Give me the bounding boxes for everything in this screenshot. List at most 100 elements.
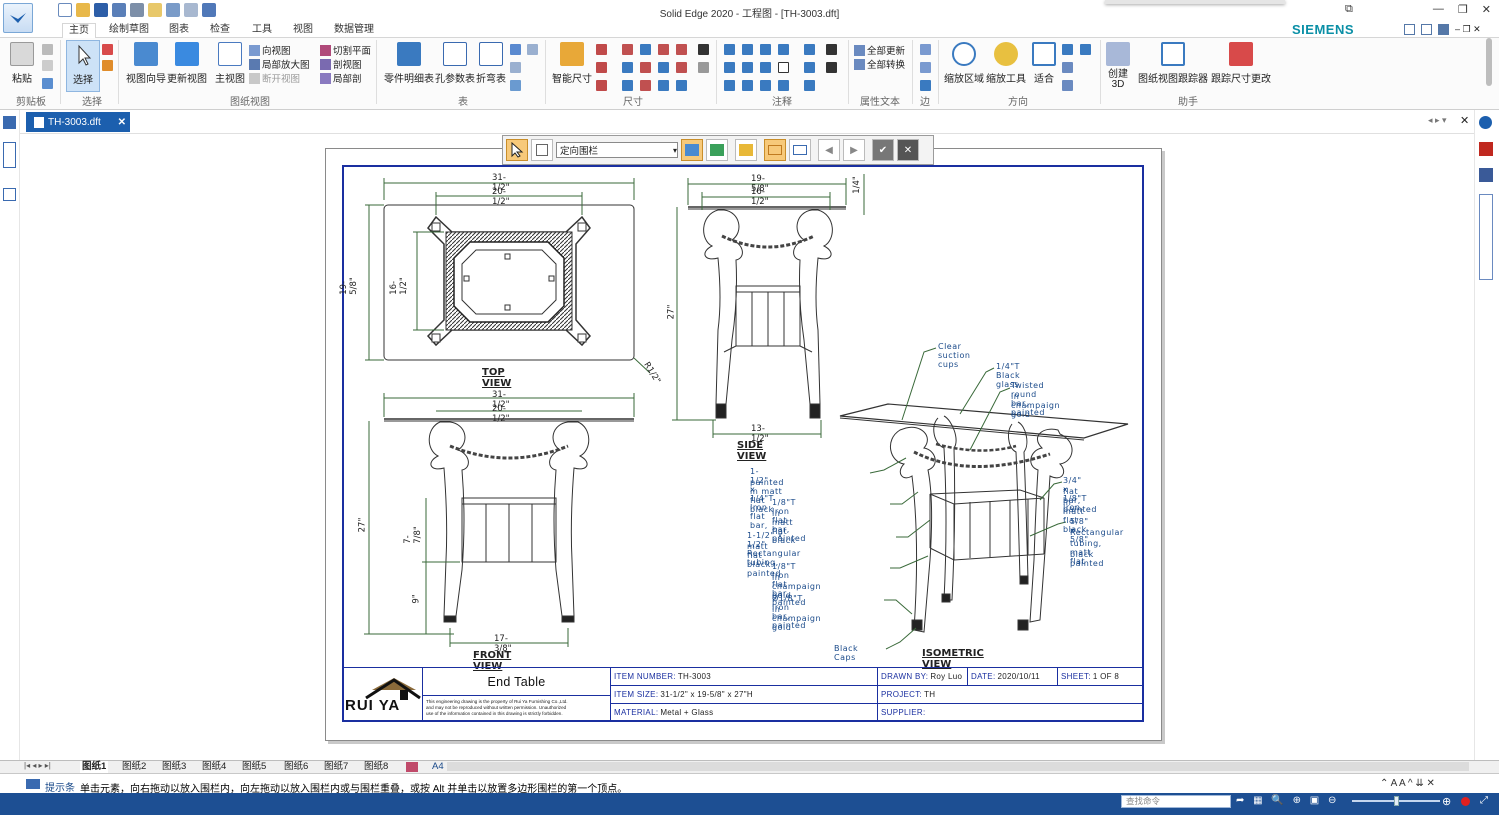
annot-icon-17[interactable] (826, 62, 837, 73)
sheet-tab-a4[interactable]: A4 (432, 761, 444, 773)
horizontal-scrollbar[interactable] (447, 762, 1469, 771)
facebook-icon[interactable] (1479, 168, 1493, 182)
annot-icon-16[interactable] (826, 44, 837, 55)
dim-front-b[interactable]: 17-3/8" (494, 634, 512, 654)
fence-toggle-button[interactable] (735, 139, 757, 161)
copy-icon[interactable] (42, 60, 53, 71)
zoom-in-icon[interactable]: ⊕ (1442, 795, 1451, 808)
fence-overlap-button[interactable] (789, 139, 811, 161)
section-view-button[interactable]: 剖视图 (320, 57, 362, 71)
sheet-tab-5[interactable]: 图纸5 (242, 761, 266, 773)
doc-nav-arrows[interactable]: ◂ ▸ ▾ (1428, 115, 1447, 126)
sheet-nav-icon[interactable]: |◂ ◂ ▸ ▸| (24, 761, 51, 770)
format-painter-icon[interactable] (42, 78, 53, 89)
sheet-tab-6[interactable]: 图纸6 (284, 761, 308, 773)
dim-icon-8[interactable] (622, 62, 633, 73)
prompt-controls-icon[interactable]: ⌃ A A ^ ⇊ ✕ (1380, 778, 1435, 789)
cutting-plane-button[interactable]: 切割平面 (320, 43, 371, 57)
dim-top-h1[interactable]: 19-5/8" (339, 277, 359, 295)
minimize-icon[interactable]: — (1433, 3, 1444, 16)
dim-front-w2[interactable]: 20-1/2" (492, 404, 510, 424)
application-menu-button[interactable] (3, 3, 33, 33)
annot-icon-2[interactable] (742, 44, 753, 55)
cut-icon[interactable] (42, 44, 53, 55)
select-filter-icon[interactable] (102, 60, 113, 71)
dim-icon-5[interactable] (640, 44, 651, 55)
restore-layout-icon[interactable]: ⧉ (1345, 3, 1353, 16)
create-3d-button[interactable]: 创建 3D (1106, 42, 1130, 90)
sheet-tab-1[interactable]: 图纸1 (80, 761, 109, 773)
tab-home[interactable]: 主页 (62, 23, 96, 39)
smart-dimension-button[interactable]: 智能尺寸 (552, 42, 592, 85)
dim-side-b[interactable]: 13-1/2" (751, 424, 769, 444)
dim-icon-9[interactable] (640, 62, 651, 73)
note-twisted-bar-2[interactable]: in champaign gold (1011, 392, 1060, 419)
dim-icon-17[interactable] (698, 62, 709, 73)
sheet-tab-7[interactable]: 图纸7 (324, 761, 348, 773)
annot-icon-13[interactable] (804, 44, 815, 55)
dim-front-h3[interactable]: 9" (412, 594, 422, 603)
sheet-tab-4[interactable]: 图纸4 (202, 761, 226, 773)
tab-data-management[interactable]: 数据管理 (328, 23, 380, 39)
dim-icon-7[interactable] (676, 44, 687, 55)
text-icon[interactable] (778, 62, 789, 73)
broken-out-button[interactable]: 局部剖 (320, 71, 362, 85)
dim-icon-4[interactable] (622, 44, 633, 55)
layout2-icon[interactable] (1421, 24, 1432, 35)
tab-view[interactable]: 视图 (287, 23, 319, 39)
dim-top-w2[interactable]: 20-1/2" (492, 187, 510, 207)
note-black-caps[interactable]: Black Caps (834, 644, 858, 662)
dim-icon-3[interactable] (596, 80, 607, 91)
annot-icon-4[interactable] (778, 44, 789, 55)
maximize-icon[interactable]: ❐ (1458, 3, 1468, 16)
dim-icon-12[interactable] (622, 80, 633, 91)
annot-icon-7[interactable] (760, 62, 771, 73)
title-block[interactable]: RUI YA End Table This engineering drawin… (342, 667, 1144, 722)
sheet-tab-2[interactable]: 图纸2 (122, 761, 146, 773)
library-icon[interactable] (3, 116, 16, 129)
fence-options-button[interactable] (531, 139, 553, 161)
record-icon[interactable] (1461, 797, 1470, 806)
note-tubing-2b[interactable]: Rectangular (1070, 528, 1124, 537)
dim-icon-2[interactable] (596, 62, 607, 73)
annot-icon-11[interactable] (760, 80, 771, 91)
dim-icon-16[interactable] (698, 44, 709, 55)
annot-icon-10[interactable] (742, 80, 753, 91)
pan-icon[interactable] (1062, 44, 1073, 55)
layers-icon[interactable] (3, 142, 16, 168)
parts-list-button[interactable]: 零件明细表 (384, 42, 434, 85)
expand-icon[interactable]: ⤢ (1480, 795, 1488, 806)
tab-charts[interactable]: 图表 (163, 23, 195, 39)
solid-edge-community-icon[interactable] (1479, 194, 1493, 280)
tab-inspect[interactable]: 检查 (204, 23, 236, 39)
top-view-label[interactable]: TOP VIEW (482, 367, 511, 389)
top-view[interactable] (365, 178, 651, 374)
tab-sketch[interactable]: 绘制草图 (103, 23, 155, 39)
doc-minimize-icon[interactable]: – ❐ ✕ (1455, 24, 1481, 35)
edge-icon-3[interactable] (920, 80, 931, 91)
doc-tab-close-icon[interactable]: ✕ (118, 117, 126, 128)
track-dim-button[interactable]: 跟踪尺寸更改 (1211, 42, 1271, 85)
table-icon-2[interactable] (527, 44, 538, 55)
help-circle-icon[interactable] (1479, 116, 1492, 129)
ribbon-scrollbar[interactable] (1486, 38, 1492, 86)
annot-icon-14[interactable] (804, 62, 815, 73)
previous-button[interactable]: ◀ (818, 139, 840, 161)
select-tool-icon[interactable] (102, 44, 113, 55)
table-icon-4[interactable] (510, 80, 521, 91)
annot-icon-9[interactable] (724, 80, 735, 91)
paste-button[interactable]: 粘贴 (10, 42, 34, 85)
table-icon-3[interactable] (510, 62, 521, 73)
orient-icon-3[interactable] (1062, 62, 1073, 73)
fence-add-button[interactable] (681, 139, 703, 161)
dim-top-h2[interactable]: 16-1/2" (389, 277, 409, 295)
annot-icon-15[interactable] (804, 80, 815, 91)
update-views-button[interactable]: 更新视图 (167, 42, 207, 85)
note-suction-cups[interactable]: Clear suction cups (938, 342, 970, 369)
detail-view-button[interactable]: 局部放大图 (249, 57, 310, 71)
edge-icon-2[interactable] (920, 62, 931, 73)
sheet-tab-8[interactable]: 图纸8 (364, 761, 388, 773)
layout-icon[interactable] (1404, 24, 1415, 35)
select-button[interactable]: 选择 (66, 40, 100, 92)
accept-button[interactable]: ✔ (872, 139, 894, 161)
